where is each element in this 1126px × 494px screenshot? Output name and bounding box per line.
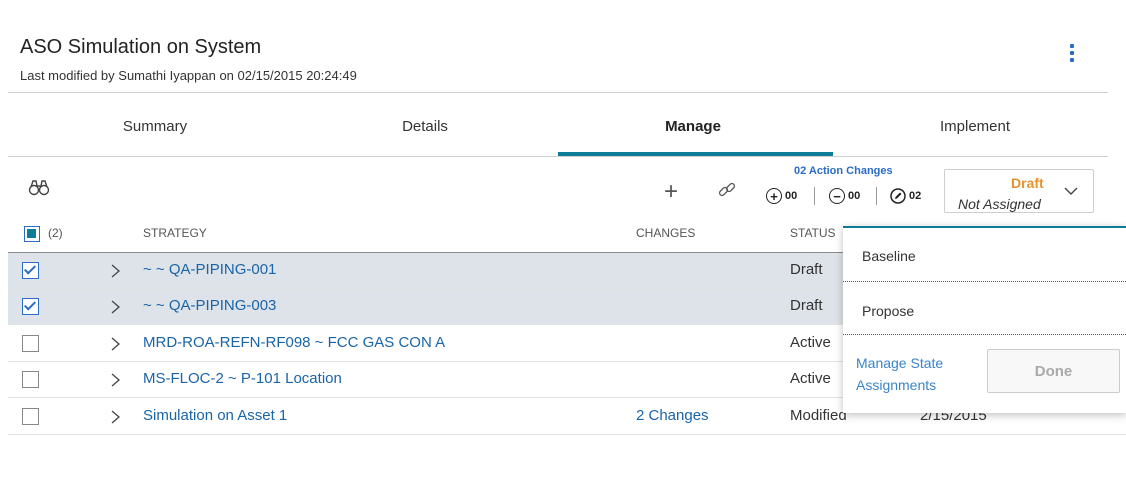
changes-link[interactable]: 2 Changes <box>636 407 709 424</box>
chevron-right-icon[interactable] <box>108 299 122 315</box>
strategy-link[interactable]: Simulation on Asset 1 <box>143 407 287 424</box>
option-divider <box>843 334 1126 335</box>
modified-changes-counter: 02 <box>890 185 921 207</box>
strategy-link[interactable]: MS-FLOC-2 ~ P-101 Location <box>143 370 342 387</box>
remove-circle-icon: − <box>829 188 845 204</box>
tab-details[interactable]: Details <box>330 118 520 135</box>
strategy-link[interactable]: ~ ~ QA-PIPING-001 <box>143 261 276 278</box>
removed-count: 00 <box>848 190 861 202</box>
row-checkbox[interactable] <box>22 298 39 315</box>
add-circle-icon: + <box>766 188 782 204</box>
status-text: Modified <box>790 407 847 424</box>
row-checkbox[interactable] <box>22 335 39 352</box>
add-icon[interactable]: + <box>664 180 678 204</box>
tabs-divider <box>8 156 1108 157</box>
state-option-baseline[interactable]: Baseline <box>843 228 1126 278</box>
edit-circle-icon <box>890 188 906 204</box>
select-all-checkbox[interactable] <box>24 226 40 242</box>
chevron-right-icon[interactable] <box>108 263 122 279</box>
status-text: Active <box>790 370 831 387</box>
counter-separator <box>814 187 815 205</box>
page-title: ASO Simulation on System <box>20 36 262 58</box>
added-count: 00 <box>785 190 798 202</box>
counter-separator <box>876 187 877 205</box>
column-header-changes[interactable]: CHANGES <box>636 226 695 240</box>
status-text: Active <box>790 334 831 351</box>
row-checkbox[interactable] <box>22 408 39 425</box>
table-row[interactable]: MS-FLOC-2 ~ P-101 Location Active <box>8 362 848 398</box>
chevron-down-icon[interactable] <box>1064 184 1078 198</box>
status-text: Draft <box>790 261 823 278</box>
strategy-link[interactable]: ~ ~ QA-PIPING-003 <box>143 297 276 314</box>
header-divider <box>8 92 1108 93</box>
selected-count: (2) <box>48 226 63 240</box>
option-label: Baseline <box>862 248 916 264</box>
last-modified-text: Last modified by Sumathi Iyappan on 02/1… <box>20 68 357 83</box>
row-divider <box>8 434 1126 435</box>
column-header-status[interactable]: STATUS <box>790 226 836 240</box>
state-option-propose[interactable]: Propose <box>843 283 1126 333</box>
option-divider <box>843 281 1126 282</box>
table-row[interactable]: ~ ~ QA-PIPING-003 Draft <box>8 289 848 325</box>
binoculars-icon[interactable] <box>28 178 50 196</box>
state-dropdown: Baseline Propose Manage State Assignment… <box>843 226 1126 413</box>
status-text: Draft <box>790 297 823 314</box>
row-checkbox[interactable] <box>22 371 39 388</box>
state-assignee: Not Assigned <box>958 196 1041 212</box>
row-checkbox[interactable] <box>22 262 39 279</box>
more-options-icon[interactable] <box>1066 44 1078 66</box>
row-divider <box>8 397 848 398</box>
row-divider <box>8 324 848 325</box>
option-label: Propose <box>862 303 915 319</box>
added-changes-counter: + 00 <box>766 185 797 207</box>
manage-state-assignments-link[interactable]: Manage State Assignments <box>856 352 976 396</box>
current-state: Draft <box>1011 175 1044 191</box>
table-row[interactable]: ~ ~ QA-PIPING-001 Draft <box>8 253 848 289</box>
tab-implement[interactable]: Implement <box>880 118 1070 135</box>
action-changes-title: 02 Action Changes <box>794 165 893 177</box>
chevron-right-icon[interactable] <box>108 336 122 352</box>
table-row[interactable]: MRD-ROA-REFN-RF098 ~ FCC GAS CON A Activ… <box>8 326 848 362</box>
done-button[interactable]: Done <box>987 349 1120 393</box>
chevron-right-icon[interactable] <box>108 409 122 425</box>
modified-count: 02 <box>909 190 922 202</box>
tab-manage[interactable]: Manage <box>598 118 788 135</box>
tab-summary[interactable]: Summary <box>60 118 250 135</box>
strategy-link[interactable]: MRD-ROA-REFN-RF098 ~ FCC GAS CON A <box>143 334 445 351</box>
column-header-strategy[interactable]: STRATEGY <box>143 226 207 240</box>
chevron-right-icon[interactable] <box>108 372 122 388</box>
removed-changes-counter: − 00 <box>829 185 860 207</box>
link-icon[interactable] <box>716 180 738 200</box>
